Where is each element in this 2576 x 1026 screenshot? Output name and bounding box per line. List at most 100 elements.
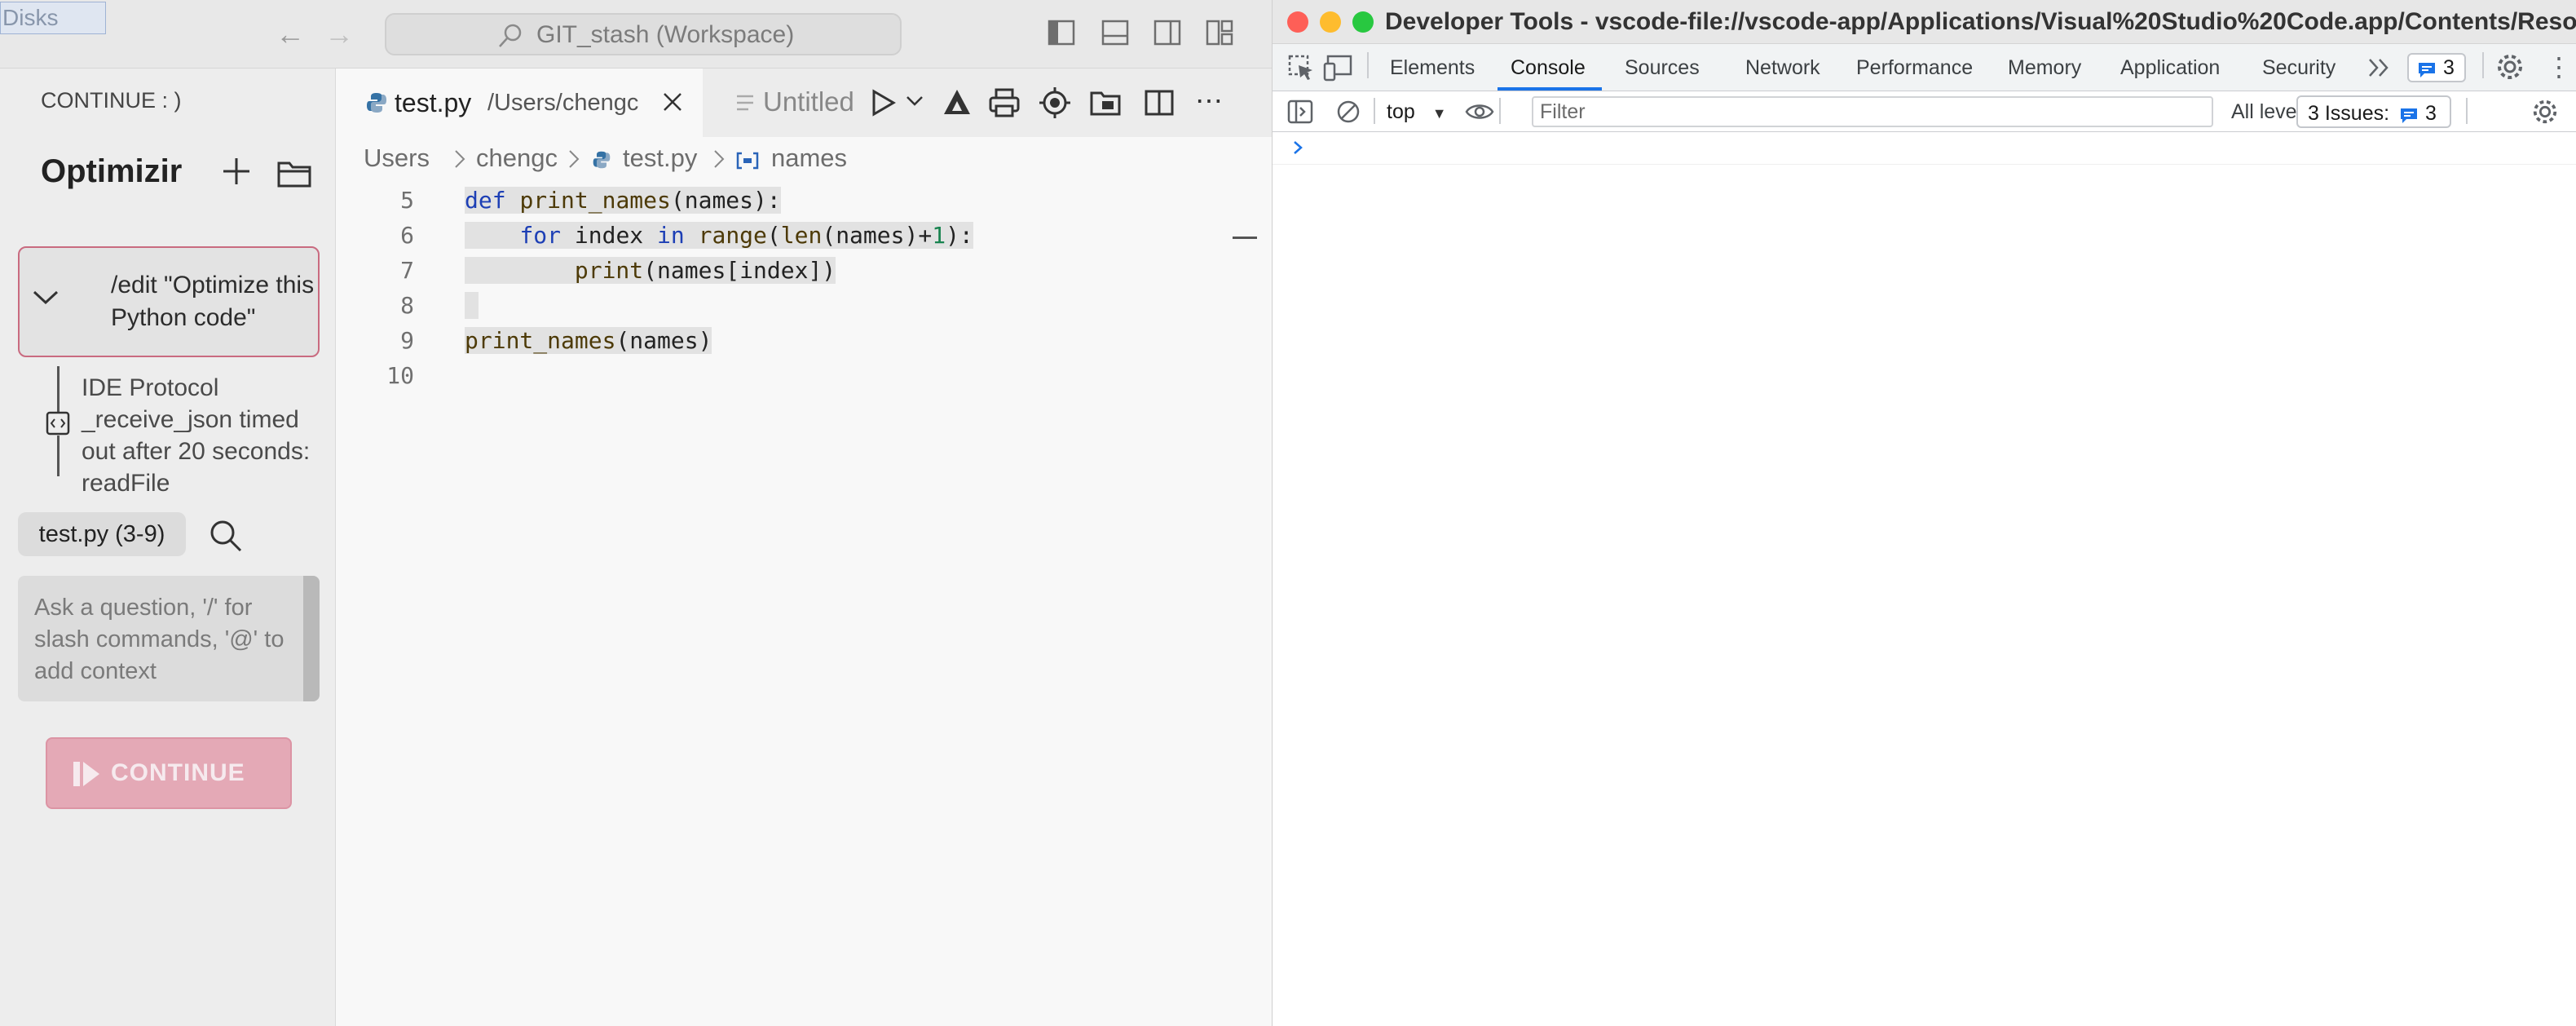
line-number: 5	[400, 187, 414, 214]
code-line: 10	[336, 358, 1233, 393]
more-tabs-icon[interactable]	[2366, 57, 2394, 78]
line-code: print(names[index])	[465, 253, 836, 288]
edit-command-text: /edit "Optimize this Python code"	[111, 272, 315, 331]
breadcrumb-separator-icon	[712, 148, 726, 170]
show-sidebar-icon[interactable]	[1287, 100, 1313, 124]
editor-tabs: test.py /Users/chengc Untitled ⋯	[336, 69, 1272, 137]
code-line: 8	[336, 288, 1233, 323]
line-code: def print_names(names):	[465, 187, 781, 214]
edit-command-block[interactable]: /edit "Optimize this Python code"	[18, 246, 320, 357]
more-actions-icon[interactable]: ⋯	[1195, 85, 1223, 117]
breadcrumb-item[interactable]: Users	[364, 144, 430, 173]
tab-network[interactable]: Network	[1745, 44, 1820, 91]
tab-sources[interactable]: Sources	[1625, 44, 1700, 91]
breadcrumb: Users chengc test.py names	[336, 137, 1272, 183]
tab-console[interactable]: Console	[1511, 44, 1586, 91]
close-window-button[interactable]	[1287, 11, 1308, 33]
tab-file-path: /Users/chengc	[487, 90, 639, 116]
line-number: 8	[400, 292, 414, 319]
run-dropdown-chevron-icon[interactable]	[905, 95, 924, 108]
continue-button[interactable]: CONTINUE	[46, 737, 292, 809]
minimize-window-button[interactable]	[1320, 11, 1341, 33]
console-prompt[interactable]	[1273, 132, 2576, 165]
run-play-icon[interactable]	[869, 86, 898, 119]
issues-button[interactable]: 3 Issues: 3	[2296, 95, 2451, 128]
tab-application[interactable]: Application	[2120, 44, 2220, 91]
disks-label[interactable]: Disks	[0, 2, 106, 34]
live-expression-eye-icon[interactable]	[1465, 101, 1494, 122]
line-number: 6	[400, 222, 414, 249]
separator	[1374, 98, 1375, 124]
panel-header-title: CONTINUE : )	[41, 88, 182, 113]
separator	[2482, 52, 2484, 78]
devtools-tab-bar: Elements Console Sources Network Perform…	[1273, 44, 2576, 91]
context-selector[interactable]: top ▼	[1387, 91, 1447, 132]
toggle-secondary-sidebar-icon[interactable]	[1153, 18, 1182, 47]
message-icon	[2399, 107, 2419, 125]
toggle-panel-icon[interactable]	[1101, 18, 1130, 47]
message-icon	[2417, 61, 2437, 79]
line-number: 9	[400, 327, 414, 354]
zoom-window-button[interactable]	[1352, 11, 1374, 33]
separator	[1499, 98, 1501, 124]
code-line: 7 print(names[index])	[336, 253, 1233, 288]
filter-input[interactable]	[1532, 96, 2213, 127]
messages-badge[interactable]: 3	[2407, 53, 2466, 82]
tab-elements[interactable]: Elements	[1390, 44, 1475, 91]
variable-symbol-icon	[735, 152, 760, 170]
session-header: Optimizir	[0, 137, 336, 212]
tab-untitled-label: Untitled	[763, 86, 854, 117]
code-line: 6 for index in range(len(names)+1):	[336, 218, 1233, 253]
chevron-down-icon[interactable]	[31, 287, 60, 307]
clear-console-icon[interactable]	[1336, 100, 1361, 124]
dropdown-arrow-icon: ▼	[1431, 105, 1447, 122]
issues-count: 3	[2425, 102, 2437, 125]
toggle-primary-sidebar-icon[interactable]	[1047, 18, 1076, 47]
close-tab-icon[interactable]	[660, 90, 685, 114]
console-output[interactable]	[1273, 132, 2576, 1026]
console-settings-gear-icon[interactable]	[2531, 98, 2559, 126]
prompt-chevron-icon	[1292, 139, 1305, 157]
triangle-icon[interactable]	[941, 86, 973, 119]
breadcrumb-item[interactable]: names	[771, 144, 847, 173]
device-toolbar-icon[interactable]	[1323, 54, 1352, 82]
code-line: 9 print_names(names)	[336, 323, 1233, 358]
code-block-icon	[46, 411, 70, 436]
line-code	[465, 288, 479, 323]
chat-input-scrollbar[interactable]	[303, 576, 320, 701]
issues-label: 3 Issues:	[2308, 102, 2390, 125]
code-editor[interactable]: 5 def print_names(names): 6 for index in…	[336, 183, 1233, 672]
settings-gear-icon[interactable]	[2495, 52, 2525, 82]
forward-arrow-icon[interactable]: →	[323, 16, 355, 52]
print-icon[interactable]	[988, 86, 1021, 119]
line-code: print_names(names)	[465, 327, 712, 354]
tab-test-py[interactable]: test.py /Users/chengc	[336, 69, 703, 137]
inspect-element-icon[interactable]	[1287, 54, 1315, 82]
search-icon[interactable]	[209, 519, 243, 553]
folder-icon[interactable]	[277, 160, 311, 188]
kebab-menu-icon[interactable]: ⋮	[2546, 52, 2572, 82]
back-arrow-icon[interactable]: ←	[274, 16, 307, 52]
minimap-marker	[1233, 237, 1257, 239]
messages-count: 3	[2443, 56, 2455, 79]
chat-input-placeholder: Ask a question, '/' for slash commands, …	[34, 595, 285, 684]
active-tab-indicator	[1498, 87, 1602, 91]
continue-button-label: CONTINUE	[111, 759, 245, 786]
context-file-chip[interactable]: test.py (3-9)	[18, 512, 186, 556]
tab-security[interactable]: Security	[2262, 44, 2336, 91]
folder-preview-icon[interactable]	[1089, 86, 1122, 119]
panel-header: CONTINUE : )	[0, 69, 336, 137]
tab-memory[interactable]: Memory	[2008, 44, 2081, 91]
tab-performance[interactable]: Performance	[1856, 44, 1973, 91]
console-toolbar: top ▼ All levels ▼ 3 Issues: 3	[1273, 91, 2576, 132]
code-line: 5 def print_names(names):	[336, 183, 1233, 218]
chat-input[interactable]: Ask a question, '/' for slash commands, …	[18, 576, 320, 701]
target-icon[interactable]	[1039, 86, 1071, 119]
command-center[interactable]: GIT_stash (Workspace)	[385, 13, 902, 55]
breadcrumb-item[interactable]: test.py	[623, 144, 697, 173]
breadcrumb-item[interactable]: chengc	[476, 144, 558, 173]
split-editor-icon[interactable]	[1143, 86, 1176, 119]
new-session-plus-icon[interactable]	[220, 155, 253, 188]
search-icon	[497, 23, 523, 49]
customize-layout-icon[interactable]	[1205, 18, 1236, 47]
